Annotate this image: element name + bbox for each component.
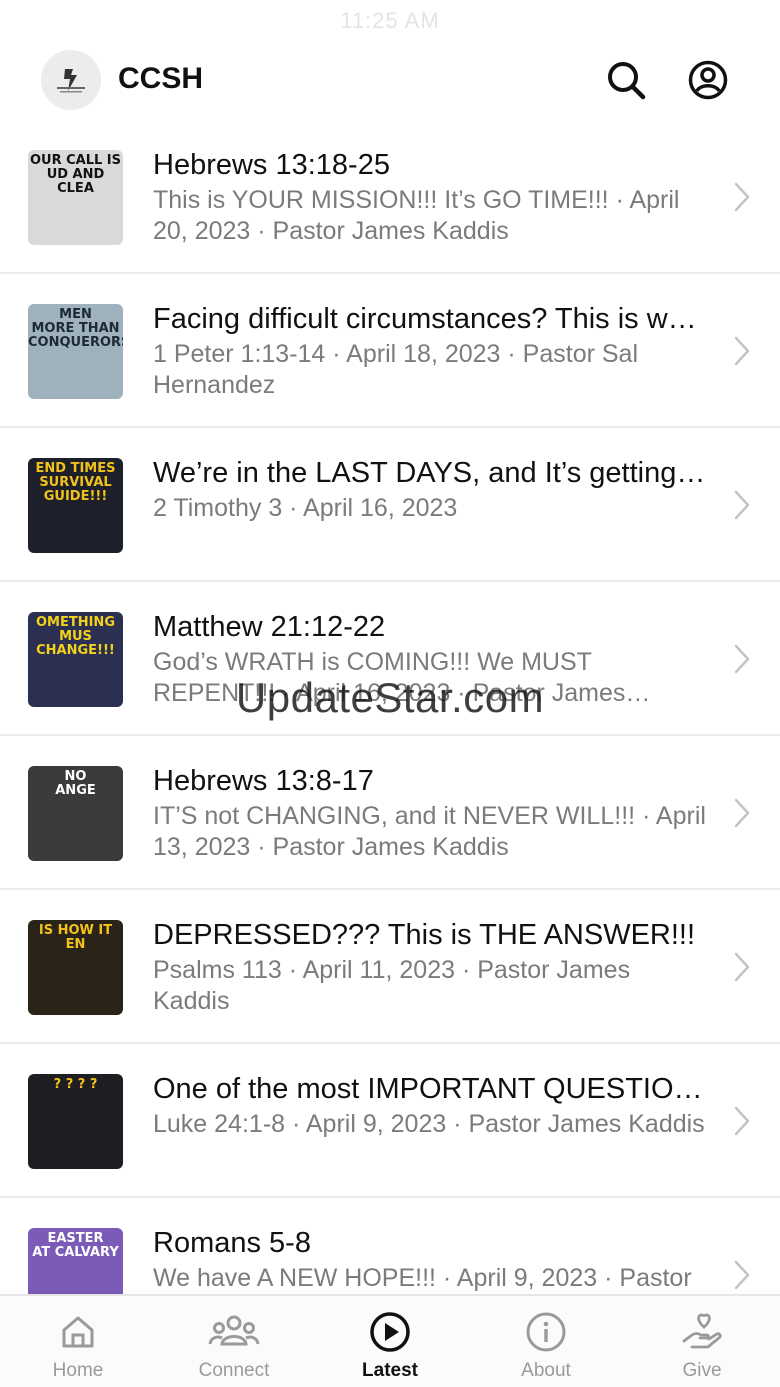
account-icon <box>688 60 728 100</box>
thumbnail-caption: MEN MORE THAN CONQUERORS <box>28 307 123 350</box>
give-icon <box>680 1310 724 1354</box>
chevron-right-icon <box>734 1106 750 1141</box>
sermon-title: Hebrews 13:18-25 <box>153 149 390 181</box>
sermon-subtitle: Luke 24:1-8 · April 9, 2023 · Pastor Jam… <box>153 1110 705 1138</box>
thumbnail-caption: NO ANGE <box>55 769 96 798</box>
play-icon <box>369 1310 411 1354</box>
sermon-title: One of the most IMPORTANT QUESTIONS <box>153 1073 708 1105</box>
sermon-subtitle: Psalms 113 · April 11, 2023 · Pastor Jam… <box>153 956 631 1015</box>
sermon-list: OUR CALL IS UD AND CLEA Hebrews 13:18-25… <box>0 120 780 1352</box>
sermon-text: Facing difficult circumstances? This is … <box>153 302 708 401</box>
sermon-row[interactable]: OUR CALL IS UD AND CLEA Hebrews 13:18-25… <box>0 120 780 274</box>
tab-label: Home <box>52 1360 104 1381</box>
chevron-right-icon <box>734 490 750 525</box>
sermon-title: Matthew 21:12-22 <box>153 611 386 643</box>
thumbnail-caption: ? ? ? ? <box>53 1077 98 1092</box>
sermon-subtitle: 1 Peter 1:13-14 · April 18, 2023 · Pasto… <box>153 340 638 399</box>
thumbnail-caption: EASTER AT CALVARY <box>32 1231 119 1260</box>
sermon-title: Facing difficult circumstances? This is … <box>153 303 708 335</box>
sermon-thumbnail: MEN MORE THAN CONQUERORS <box>28 304 123 399</box>
tab-give[interactable]: Give <box>624 1296 780 1387</box>
sermon-text: One of the most IMPORTANT QUESTIONS Luke… <box>153 1072 708 1140</box>
sermon-text: Hebrews 13:8-17 IT’S not CHANGING, and i… <box>153 764 708 863</box>
tab-label: About <box>521 1360 571 1381</box>
sermon-text: We’re in the LAST DAYS, and It’s getting… <box>153 456 708 524</box>
chevron-right-icon <box>734 182 750 217</box>
info-icon <box>525 1310 567 1354</box>
tab-latest[interactable]: Latest <box>312 1296 468 1387</box>
tab-label: Connect <box>198 1360 270 1381</box>
tab-about[interactable]: About <box>468 1296 624 1387</box>
sermon-subtitle: IT’S not CHANGING, and it NEVER WILL!!! … <box>153 802 706 861</box>
sermon-row[interactable]: ? ? ? ? One of the most IMPORTANT QUESTI… <box>0 1044 780 1198</box>
sermon-title: DEPRESSED??? This is THE ANSWER!!! <box>153 919 696 951</box>
thumbnail-caption: END TIMES SURVIVAL GUIDE!!! <box>35 461 116 504</box>
app-header: CCSH <box>0 48 780 112</box>
tab-home[interactable]: Home <box>0 1296 156 1387</box>
sermon-text: Hebrews 13:18-25 This is YOUR MISSION!!!… <box>153 148 708 247</box>
status-bar-time: 11:25 AM <box>340 8 440 33</box>
sermon-row[interactable]: NO ANGE Hebrews 13:8-17 IT’S not CHANGIN… <box>0 736 780 890</box>
sermon-row[interactable]: IS HOW IT EN DEPRESSED??? This is THE AN… <box>0 890 780 1044</box>
tab-bar: Home Connect Latest About Give <box>0 1294 780 1387</box>
sermon-text: DEPRESSED??? This is THE ANSWER!!! Psalm… <box>153 918 708 1017</box>
chevron-right-icon <box>734 336 750 371</box>
sermon-subtitle: 2 Timothy 3 · April 16, 2023 <box>153 494 458 522</box>
app-title: CCSH <box>118 62 204 95</box>
thumbnail-caption: IS HOW IT EN <box>38 923 113 952</box>
sermon-thumbnail: IS HOW IT EN <box>28 920 123 1015</box>
sermon-title: We’re in the LAST DAYS, and It’s getting… <box>153 457 708 489</box>
thumbnail-caption: OMETHING MUS CHANGE!!! <box>35 615 115 658</box>
search-button[interactable] <box>604 58 648 102</box>
sermon-row[interactable]: END TIMES SURVIVAL GUIDE!!! We’re in the… <box>0 428 780 582</box>
thumbnail-caption: OUR CALL IS UD AND CLEA <box>29 153 122 196</box>
tab-label: Give <box>682 1360 722 1381</box>
people-icon <box>208 1310 260 1354</box>
chevron-right-icon <box>734 1260 750 1295</box>
tab-connect[interactable]: Connect <box>156 1296 312 1387</box>
sermon-thumbnail: END TIMES SURVIVAL GUIDE!!! <box>28 458 123 553</box>
church-logo <box>41 50 101 110</box>
sermon-title: Hebrews 13:8-17 <box>153 765 374 797</box>
home-icon <box>58 1310 98 1354</box>
tab-label: Latest <box>362 1360 418 1381</box>
chevron-right-icon <box>734 798 750 833</box>
search-icon <box>608 62 646 100</box>
watermark: UpdateStar.com <box>235 674 545 721</box>
sermon-thumbnail: OUR CALL IS UD AND CLEA <box>28 150 123 245</box>
sermon-thumbnail: ? ? ? ? <box>28 1074 123 1169</box>
account-button[interactable] <box>686 58 730 102</box>
sermon-thumbnail: NO ANGE <box>28 766 123 861</box>
chevron-right-icon <box>734 952 750 987</box>
sermon-row[interactable]: MEN MORE THAN CONQUERORS Facing difficul… <box>0 274 780 428</box>
sermon-subtitle: This is YOUR MISSION!!! It’s GO TIME!!! … <box>153 186 680 245</box>
sermon-title: Romans 5-8 <box>153 1227 311 1259</box>
